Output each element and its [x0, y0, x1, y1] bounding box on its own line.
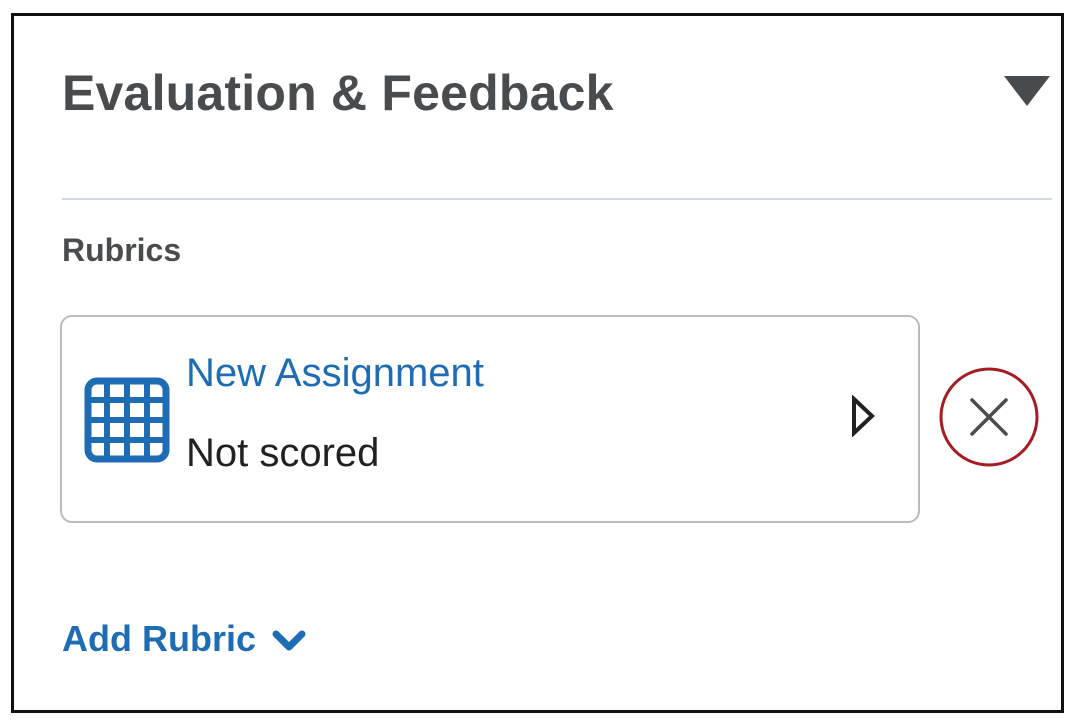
rubric-card[interactable]: New Assignment Not scored: [60, 315, 920, 523]
caret-down-icon: [1004, 76, 1050, 106]
triangle-right-outline-icon[interactable]: [850, 395, 876, 437]
chevron-down-icon: [272, 630, 306, 651]
rubric-grid-icon: [84, 377, 170, 463]
collapse-toggle-button[interactable]: [1004, 76, 1050, 108]
add-rubric-label: Add Rubric: [62, 618, 256, 659]
section-divider: [62, 198, 1052, 200]
rubric-name-link[interactable]: New Assignment: [186, 351, 484, 396]
evaluation-feedback-panel: Evaluation & Feedback Rubrics New Assign…: [11, 13, 1064, 713]
close-icon: [970, 398, 1008, 436]
panel-title: Evaluation & Feedback: [62, 65, 614, 121]
rubric-score-status: Not scored: [186, 431, 380, 475]
remove-rubric-button[interactable]: [938, 366, 1040, 468]
rubrics-section-label: Rubrics: [62, 232, 182, 268]
add-rubric-button[interactable]: Add Rubric: [62, 618, 306, 660]
